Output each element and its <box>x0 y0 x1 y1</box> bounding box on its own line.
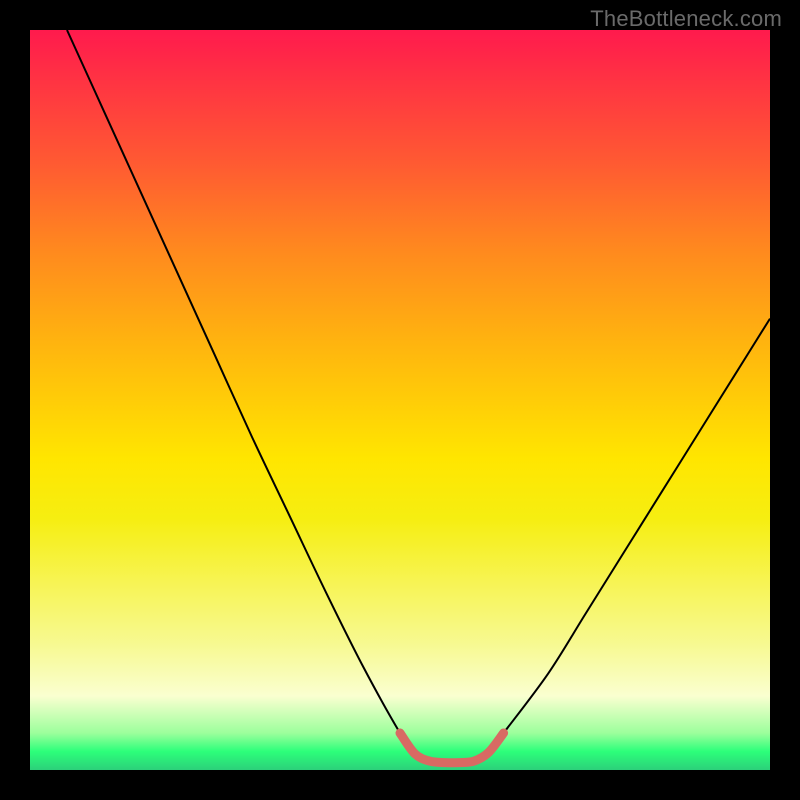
curve-layer <box>0 0 800 800</box>
optimal-range-highlight <box>400 733 504 763</box>
bottleneck-curve <box>67 30 770 763</box>
